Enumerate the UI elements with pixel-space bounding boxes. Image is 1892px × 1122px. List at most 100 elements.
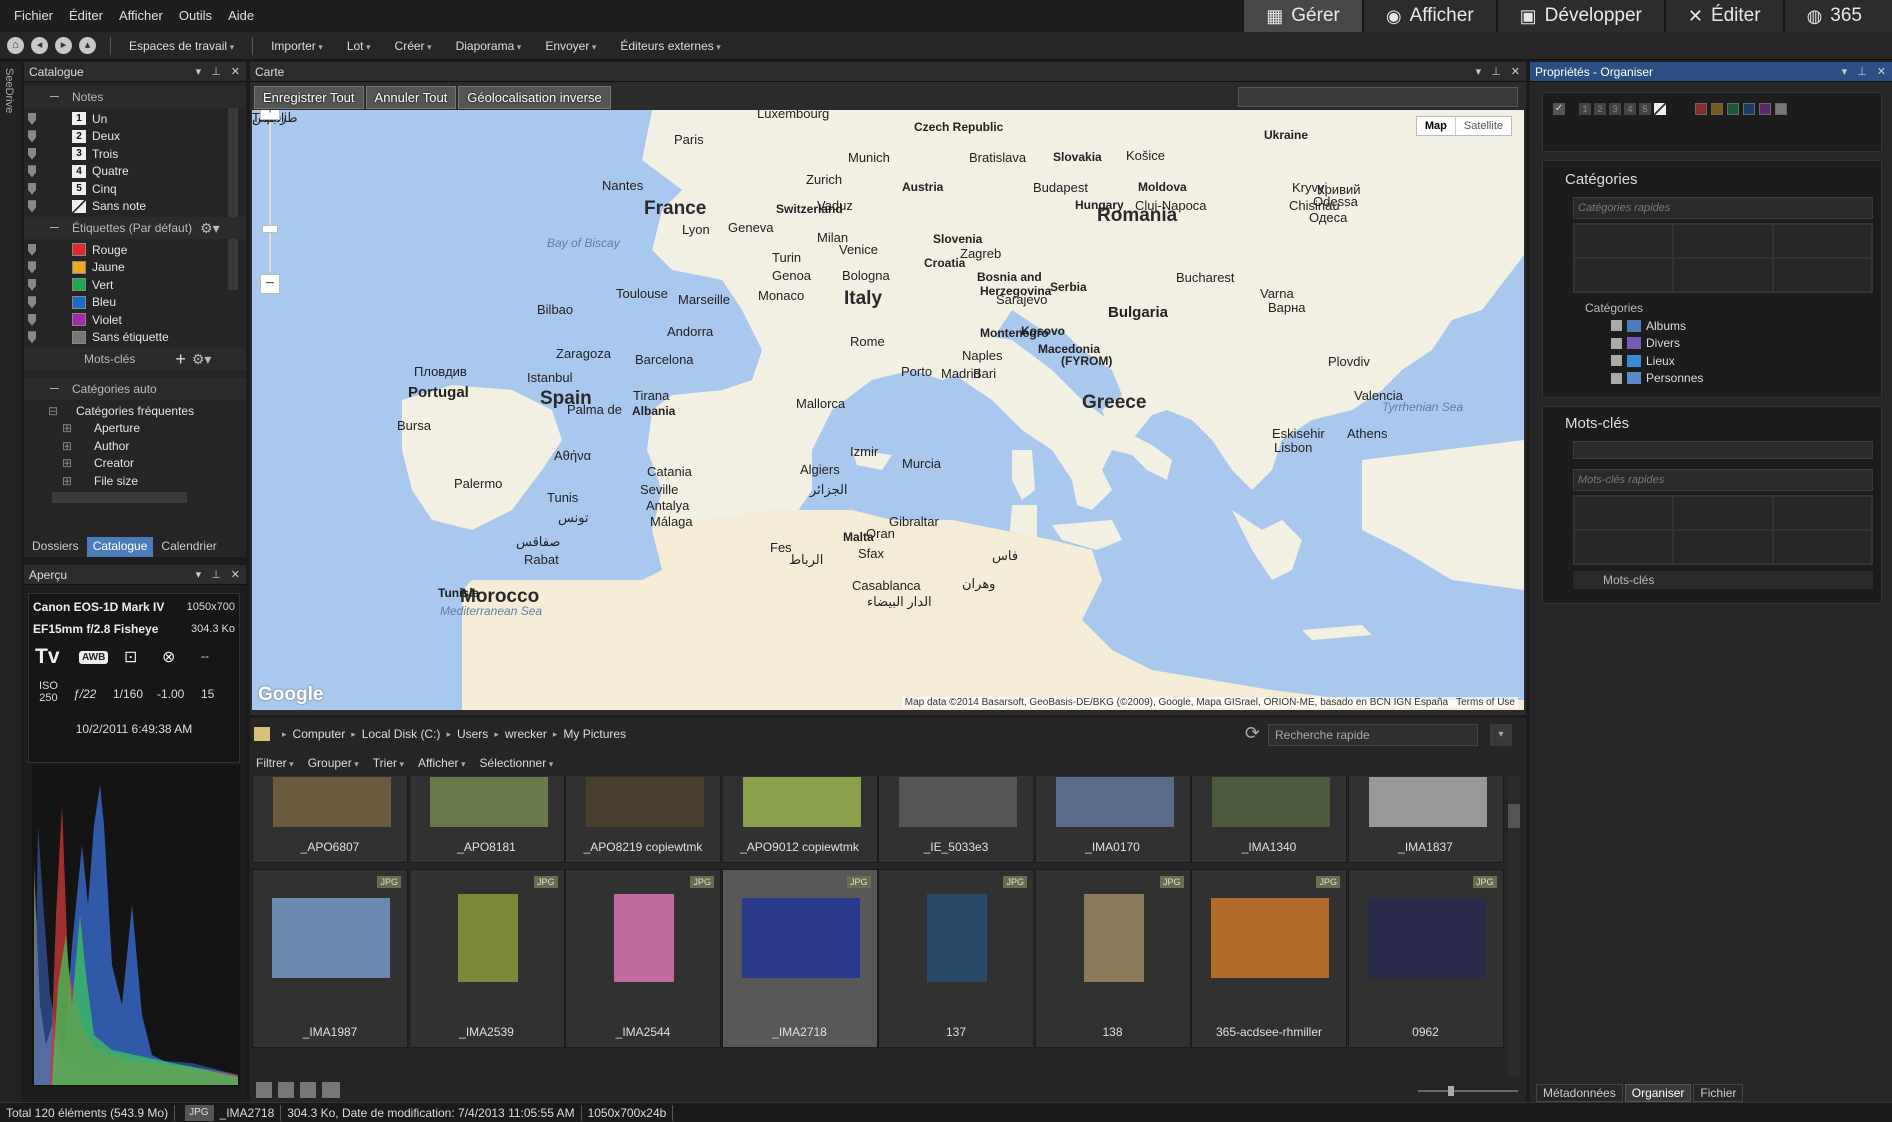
horizontal-scrollbar[interactable] [52, 492, 187, 503]
import-icon[interactable] [256, 1082, 272, 1098]
thumbnail[interactable]: _APO6807 [252, 776, 408, 863]
label-item[interactable]: Vert [24, 276, 246, 294]
filter-menu-4[interactable]: Sélectionner ▾ [480, 756, 554, 770]
dropdown-icon[interactable]: ▾ [1476, 65, 1482, 78]
frequent-category-item[interactable]: ⊞ File size [24, 472, 246, 490]
view-mode-icon[interactable] [322, 1082, 340, 1098]
pin-icon[interactable] [28, 165, 36, 178]
note-item[interactable]: 5 Cinq [24, 180, 246, 198]
tab-calendrier[interactable]: Calendrier [155, 537, 222, 557]
menu-editer[interactable]: Éditer [61, 0, 111, 32]
expand-icon[interactable]: ⊞ [62, 456, 72, 470]
mode-gerer[interactable]: ▦ Gérer [1242, 0, 1362, 32]
tab-catalogue[interactable]: Catalogue [86, 537, 154, 557]
thumbnail[interactable]: JPG _IMA1987 [252, 869, 408, 1048]
pin-icon[interactable] [28, 278, 36, 291]
note-item[interactable]: 1 Un [24, 110, 246, 128]
gear-icon[interactable]: ⚙▾ [192, 351, 212, 368]
quick-search-input[interactable]: Recherche rapide [1268, 724, 1478, 746]
rotate-left-icon[interactable] [278, 1082, 294, 1098]
frequent-category-item[interactable]: ⊞ Author [24, 437, 246, 455]
thumbnail[interactable]: _APO8219 copiewtmk [565, 776, 721, 863]
close-icon[interactable]: ✕ [1511, 65, 1520, 78]
rating-button[interactable]: 1 [1579, 103, 1591, 115]
home-icon[interactable]: ⌂ [7, 37, 24, 54]
thumbnail[interactable]: JPG _IMA2539 [408, 869, 565, 1048]
quick-keywords-select[interactable]: Mots-clés rapides [1573, 469, 1873, 491]
category-checkbox[interactable] [1611, 372, 1622, 384]
expand-icon[interactable]: ⊞ [62, 439, 72, 453]
toolbar-create[interactable]: Créer [383, 39, 444, 53]
thumbnail[interactable]: JPG _IMA2544 [565, 869, 721, 1048]
close-icon[interactable]: ✕ [231, 568, 240, 581]
notes-section[interactable]: Notes [24, 86, 246, 108]
menu-aide[interactable]: Aide [220, 0, 262, 32]
keywords-input[interactable] [1573, 441, 1873, 459]
dropdown-icon[interactable]: ▾ [196, 568, 202, 581]
refresh-icon[interactable]: ⟳ [1245, 723, 1260, 744]
quick-categories-select[interactable]: Catégories rapides [1573, 197, 1873, 219]
label-swatch-button[interactable] [1743, 103, 1755, 115]
thumbnail[interactable]: _APO8181 [408, 776, 565, 863]
auto-categories-section[interactable]: Catégories auto [24, 378, 246, 400]
rating-button[interactable]: 5 [1639, 103, 1651, 115]
map-canvas[interactable]: France Spain Italy Romania Portugal Greece Bul… [252, 110, 1524, 710]
categories-tree-root[interactable]: Catégories [1585, 301, 1643, 315]
category-item[interactable]: Personnes [1611, 370, 1703, 388]
dropdown-icon[interactable]: ▾ [196, 65, 202, 78]
mode-developper[interactable]: ▣ Développer [1495, 0, 1664, 32]
note-item[interactable]: 2 Deux [24, 128, 246, 146]
cancel-all-button[interactable]: Annuler Tout [365, 86, 457, 109]
label-swatch-button[interactable] [1695, 103, 1707, 115]
thumbnail[interactable]: JPG _IMA2718 [721, 869, 878, 1048]
breadcrumb-item[interactable]: My Pictures [563, 727, 626, 741]
menu-afficher[interactable]: Afficher [111, 0, 171, 32]
label-swatch-button[interactable] [1775, 103, 1787, 115]
thumbnail-size-slider[interactable] [1418, 1086, 1518, 1096]
grid-scrollbar[interactable] [1508, 776, 1520, 1076]
up-icon[interactable]: ▴ [79, 37, 96, 54]
pin-icon[interactable] [28, 200, 36, 213]
pin-icon[interactable] [28, 147, 36, 160]
thumbnail[interactable]: _APO9012 copiewtmk [721, 776, 878, 863]
breadcrumb-item[interactable]: wrecker [505, 727, 547, 741]
rating-button[interactable]: 4 [1624, 103, 1636, 115]
tag-checkbox[interactable]: ✓ [1553, 103, 1565, 115]
toolbar-slideshow[interactable]: Diaporama [444, 39, 534, 53]
filter-menu-0[interactable]: Filtrer ▾ [256, 756, 294, 770]
thumbnail[interactable]: JPG 0962 [1347, 869, 1504, 1048]
thumbnail[interactable]: JPG 365-acdsee-rhmiller [1191, 869, 1347, 1048]
zoom-out-button[interactable]: − [260, 274, 280, 294]
filter-menu-3[interactable]: Afficher ▾ [418, 756, 466, 770]
add-icon[interactable]: + [175, 349, 186, 370]
tab-fichier[interactable]: Fichier [1693, 1084, 1744, 1102]
frequent-category-item[interactable]: ⊞ Creator [24, 455, 246, 473]
thumbnail[interactable]: _IE_5033e3 [878, 776, 1034, 863]
seedrive-tab[interactable]: SeeDrive [0, 62, 22, 1102]
terms-link[interactable]: Terms of Use [1456, 697, 1515, 708]
category-checkbox[interactable] [1611, 337, 1622, 349]
toolbar-batch[interactable]: Lot [335, 39, 383, 53]
menu-fichier[interactable]: Fichier [0, 0, 61, 32]
filter-menu-1[interactable]: Grouper ▾ [308, 756, 359, 770]
breadcrumb-item[interactable]: Local Disk (C:) [362, 727, 441, 741]
back-icon[interactable]: ◂ [31, 37, 48, 54]
note-item[interactable]: 3 Trois [24, 145, 246, 163]
thumbnail[interactable]: JPG 138 [1034, 869, 1191, 1048]
pin-icon[interactable] [28, 243, 36, 256]
label-item[interactable]: Bleu [24, 294, 246, 312]
tab-metadonnees[interactable]: Métadonnées [1536, 1084, 1623, 1102]
label-item[interactable]: Rouge [24, 241, 246, 259]
pin-icon[interactable]: ⊥ [211, 568, 221, 581]
map-type-map[interactable]: Map [1417, 117, 1455, 135]
note-item[interactable]: 4 Quatre [24, 163, 246, 181]
frequent-category-item[interactable]: ⊞ Aperture [24, 420, 246, 438]
thumbnail[interactable]: JPG 137 [878, 869, 1034, 1048]
label-swatch-button[interactable] [1759, 103, 1771, 115]
rotate-right-icon[interactable] [300, 1082, 316, 1098]
labels-section[interactable]: Étiquettes (Par défaut) ⚙▾ [24, 217, 246, 239]
mode-365[interactable]: ◍ 365 [1782, 0, 1892, 32]
zoom-slider-handle[interactable] [262, 225, 278, 233]
save-all-button[interactable]: Enregistrer Tout [254, 86, 364, 109]
tab-dossiers[interactable]: Dossiers [26, 537, 85, 557]
